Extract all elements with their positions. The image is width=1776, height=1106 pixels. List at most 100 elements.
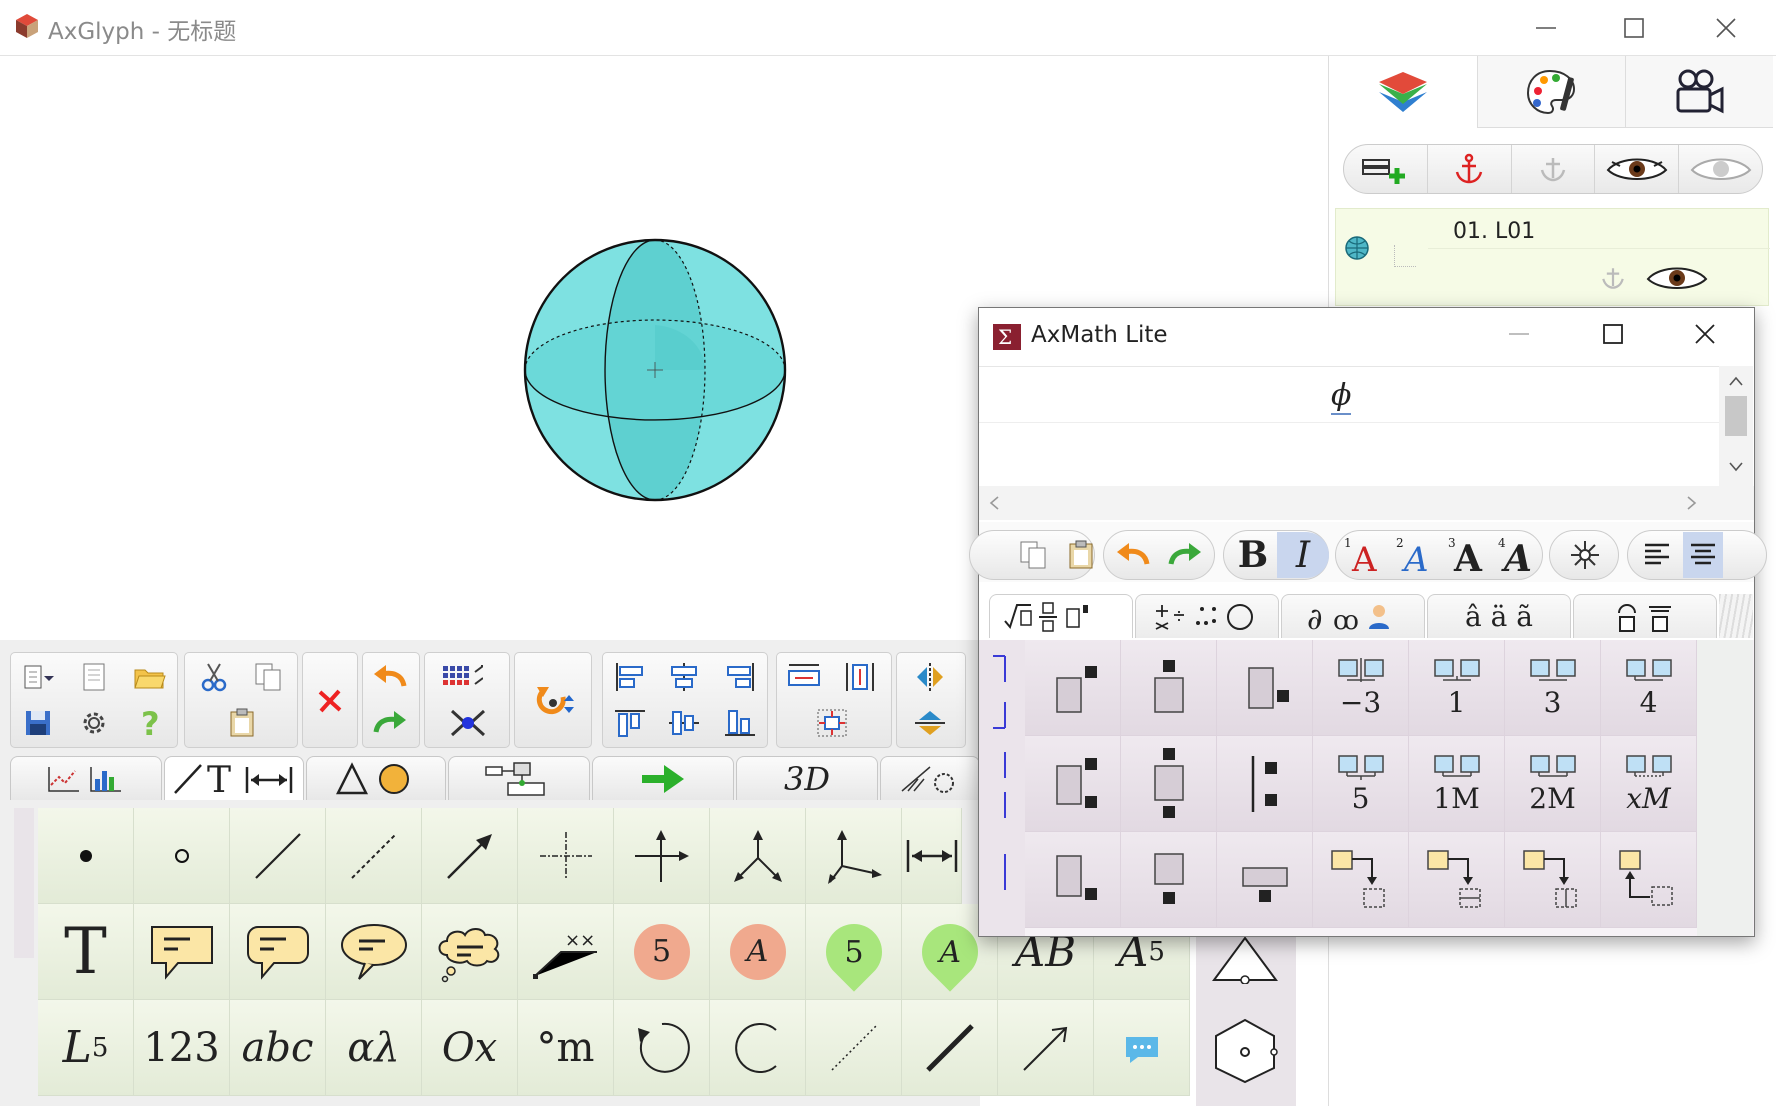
scroll-right-icon[interactable] [1687, 496, 1697, 510]
maximize-button[interactable] [1614, 10, 1654, 46]
axes-3d-alt-tool[interactable] [806, 808, 902, 904]
label-l-subscript-tool[interactable]: L5 [38, 1000, 134, 1096]
matrix-template-5[interactable]: 5 [1313, 736, 1409, 832]
align-right-button[interactable] [719, 657, 761, 697]
arrows-tab[interactable] [592, 756, 734, 800]
undo-button[interactable] [1107, 532, 1159, 578]
matrix-template-4[interactable]: 4 [1601, 640, 1697, 736]
text-align-center-button[interactable] [1683, 532, 1723, 578]
editor-vertical-scrollbar[interactable] [1719, 366, 1753, 486]
open-arrow-tool[interactable] [998, 1000, 1094, 1096]
snap-button[interactable] [447, 703, 489, 743]
shapes-tab[interactable] [306, 756, 446, 800]
show-layer-button[interactable] [1595, 145, 1680, 193]
align-left-button[interactable] [609, 657, 651, 697]
italic-button[interactable]: I [1277, 532, 1329, 578]
greek-label-tool[interactable]: αλ [326, 1000, 422, 1096]
tab-symbols[interactable]: ∂ ꝏ [1281, 594, 1425, 638]
number-label-tool[interactable]: 123 [134, 1000, 230, 1096]
redo-button[interactable] [1159, 532, 1211, 578]
new-file-button[interactable] [73, 657, 115, 697]
scroll-up-icon[interactable] [1729, 376, 1743, 386]
arrow-line-tool[interactable] [422, 808, 518, 904]
tab-structures[interactable] [989, 594, 1133, 638]
line-text-dimension-tab[interactable]: T [164, 756, 304, 800]
anchor-disabled-icon[interactable] [1598, 261, 1628, 295]
align-top-button[interactable] [609, 703, 651, 743]
flip-vertical-button[interactable] [909, 703, 951, 743]
new-menu-button[interactable] [17, 657, 59, 697]
sub-superscript-template[interactable] [1025, 736, 1121, 832]
subscript-template[interactable] [1217, 640, 1313, 736]
axmath-minimize-button[interactable] [1499, 316, 1539, 352]
undo-button[interactable] [369, 657, 411, 697]
matrix-template-neg3[interactable]: −3 [1313, 640, 1409, 736]
tab-decorations[interactable] [1573, 594, 1717, 638]
font-size-3-button[interactable]: 3A [1443, 532, 1495, 578]
hexagon-shape-icon[interactable] [1210, 1016, 1280, 1086]
letter-badge-tool[interactable]: A [710, 904, 806, 1000]
editor-horizontal-scrollbar[interactable] [979, 486, 1754, 520]
font-size-4-button[interactable]: 4A [1493, 532, 1545, 578]
point-hollow-tool[interactable] [134, 808, 230, 904]
matrix-template-xm[interactable]: xM [1601, 736, 1697, 832]
rotate-button[interactable] [533, 681, 575, 721]
add-layer-button[interactable] [1344, 145, 1428, 193]
dimension-tool[interactable] [902, 808, 962, 904]
font-size-2-button[interactable]: 2A [1391, 532, 1443, 578]
text-tool[interactable]: T [38, 904, 134, 1000]
copy-button[interactable] [1007, 532, 1059, 578]
tab-animation[interactable] [1625, 56, 1773, 128]
matrix-template-2m[interactable]: 2M [1505, 736, 1601, 832]
unit-label-tool[interactable]: °m [518, 1000, 614, 1096]
thick-line-tool[interactable] [902, 1000, 998, 1096]
cut-button[interactable] [193, 657, 235, 697]
chart-tab[interactable] [10, 756, 162, 800]
commutative-diagram-4[interactable] [1601, 832, 1697, 928]
paste-button[interactable] [1055, 532, 1107, 578]
over-under-template[interactable] [1121, 640, 1217, 736]
delete-button[interactable] [309, 681, 351, 721]
anchor-button[interactable] [1428, 145, 1512, 193]
callout-rounded-tool[interactable] [230, 904, 326, 1000]
open-file-button[interactable] [129, 657, 171, 697]
distribute-horizontal-button[interactable] [783, 657, 825, 697]
tab-operators[interactable] [1135, 594, 1279, 638]
flowchart-tab[interactable] [448, 756, 590, 800]
line-tool[interactable] [230, 808, 326, 904]
limit-template[interactable] [1217, 832, 1313, 928]
hide-layer-button[interactable] [1679, 145, 1762, 193]
align-center-button[interactable] [663, 657, 705, 697]
number-badge-tool[interactable]: 5 [614, 904, 710, 1000]
tab-layers[interactable] [1329, 56, 1477, 128]
commutative-diagram-2[interactable] [1409, 832, 1505, 928]
grid-button[interactable] [441, 657, 483, 697]
callout-oval-tool[interactable] [326, 904, 422, 1000]
font-size-1-button[interactable]: 1A [1339, 532, 1391, 578]
layer-item[interactable]: 01. L01 [1335, 208, 1770, 306]
point-filled-tool[interactable] [38, 808, 134, 904]
axes-3d-tool[interactable] [710, 808, 806, 904]
over-and-under-template[interactable] [1121, 736, 1217, 832]
callout-rect-tool[interactable] [134, 904, 230, 1000]
scroll-thumb[interactable] [1725, 396, 1747, 436]
commutative-diagram-1[interactable] [1313, 832, 1409, 928]
scroll-left-icon[interactable] [989, 496, 999, 510]
tab-style[interactable] [1477, 56, 1625, 128]
number-marker-tool[interactable]: 5 [806, 904, 902, 1000]
axmath-maximize-button[interactable] [1593, 316, 1633, 352]
copy-button[interactable] [247, 657, 289, 697]
dashed-line-tool[interactable] [326, 808, 422, 904]
minimize-button[interactable] [1526, 10, 1566, 46]
arc-tool[interactable] [710, 1000, 806, 1096]
align-bottom-button[interactable] [719, 703, 761, 743]
tab-accents[interactable]: â ä ã [1427, 594, 1571, 638]
save-button[interactable] [17, 703, 59, 743]
rotate-arc-tool[interactable] [614, 1000, 710, 1096]
sphere-drawing[interactable] [520, 235, 790, 505]
3d-tab[interactable]: 3D [736, 756, 878, 800]
under-template[interactable] [1121, 832, 1217, 928]
tab-overflow[interactable] [1719, 594, 1753, 638]
axis-label-tool[interactable]: Ox [422, 1000, 518, 1096]
right-sub-template[interactable] [1025, 832, 1121, 928]
